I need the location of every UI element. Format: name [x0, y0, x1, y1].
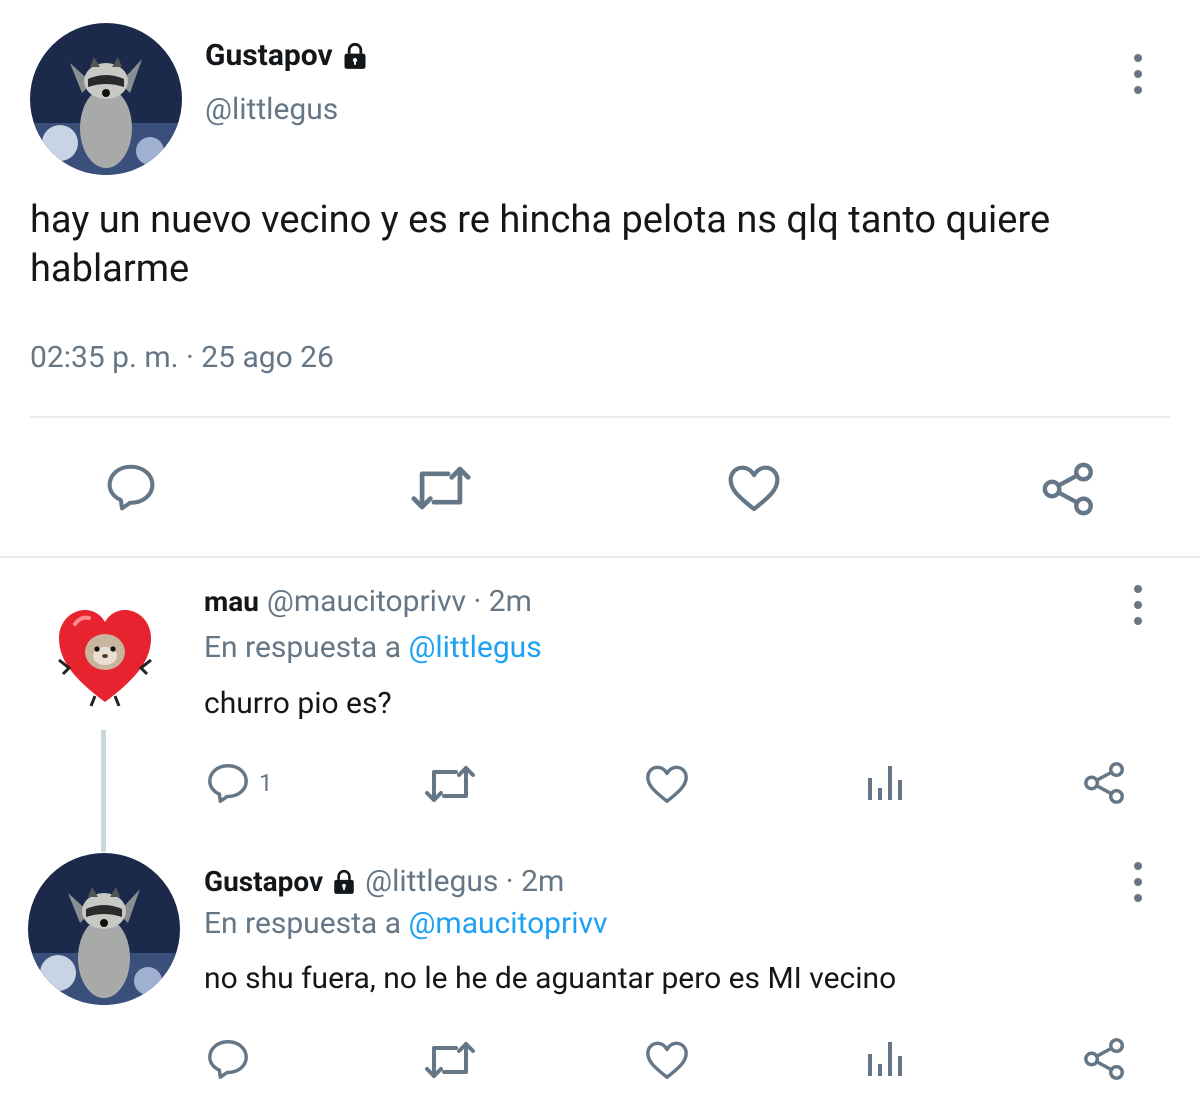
reply-icon	[208, 1040, 248, 1079]
more-options-icon[interactable]	[1128, 862, 1148, 902]
reply-author-row: Gustapov @littlegus · 2m	[204, 864, 564, 899]
reply-author-name[interactable]: Gustapov	[204, 865, 323, 898]
share-button[interactable]	[1082, 760, 1128, 806]
retweet-button[interactable]	[424, 762, 476, 806]
analytics-button[interactable]	[866, 1038, 906, 1078]
raccoon-avatar-image	[30, 23, 182, 175]
lock-icon	[334, 869, 354, 894]
avatar[interactable]	[30, 23, 182, 175]
reply-icon	[107, 464, 155, 511]
mention-link[interactable]: @littlegus	[408, 630, 541, 665]
share-button[interactable]	[1082, 1036, 1128, 1082]
reply-text: no shu fuera, no le he de aguantar pero …	[204, 961, 897, 996]
more-options-icon[interactable]	[1128, 54, 1148, 94]
mention-link[interactable]: @maucitoprivv	[408, 906, 607, 941]
retweet-icon	[425, 766, 475, 802]
heart-icon	[646, 765, 688, 803]
in-reply-prefix: En respuesta a	[204, 630, 409, 665]
reply-handle-time[interactable]: @littlegus · 2m	[365, 864, 564, 899]
divider	[30, 416, 1170, 418]
in-reply-prefix: En respuesta a	[204, 906, 409, 941]
retweet-icon	[425, 1042, 475, 1078]
heart-icon	[646, 1041, 688, 1079]
like-button[interactable]	[644, 762, 690, 806]
analytics-button[interactable]	[866, 762, 906, 802]
reply-icon	[208, 764, 248, 803]
lock-icon	[344, 42, 366, 69]
retweet-button[interactable]	[424, 1038, 476, 1082]
in-reply-to: En respuesta a @littlegus	[204, 630, 542, 665]
tweet-timestamp[interactable]: 02:35 p. m. · 25 ago 26	[30, 340, 334, 375]
author-handle[interactable]: @littlegus	[205, 92, 338, 127]
reply-handle-time[interactable]: @maucitoprivv · 2m	[267, 584, 532, 619]
heart-icon	[728, 465, 780, 512]
more-options-icon[interactable]	[1128, 585, 1148, 625]
retweet-icon	[411, 466, 471, 510]
like-button[interactable]	[644, 1038, 690, 1082]
tweet-text: hay un nuevo vecino y es re hincha pelot…	[30, 198, 1051, 291]
analytics-icon	[868, 1042, 902, 1076]
retweet-button[interactable]	[410, 462, 472, 514]
avatar[interactable]	[28, 853, 180, 1005]
share-icon	[1042, 462, 1093, 516]
heart-avatar[interactable]	[55, 604, 155, 708]
like-button[interactable]	[726, 462, 782, 514]
main-tweet: Gustapov @littlegus hay un nuevo vecino …	[0, 0, 1200, 558]
in-reply-to: En respuesta a @maucitoprivv	[204, 906, 608, 941]
reply-button[interactable]	[205, 1036, 251, 1082]
author-name[interactable]: Gustapov	[205, 38, 333, 73]
reply-author-row: mau @maucitoprivv · 2m	[204, 584, 532, 619]
heart-ferret-avatar-image	[58, 610, 152, 707]
share-icon	[1084, 762, 1124, 804]
reply-count: 1	[259, 769, 273, 797]
reply-button[interactable]	[104, 460, 158, 514]
thread-connector-line	[101, 730, 106, 852]
raccoon-avatar-image	[28, 853, 180, 1005]
share-button[interactable]	[1040, 460, 1098, 518]
reply-author-name[interactable]: mau	[204, 585, 259, 618]
analytics-icon	[868, 766, 902, 800]
reply-text: churro pio es?	[204, 686, 392, 721]
author-row: Gustapov	[205, 38, 369, 73]
reply-button[interactable]: 1	[205, 760, 273, 806]
share-icon	[1084, 1038, 1124, 1080]
